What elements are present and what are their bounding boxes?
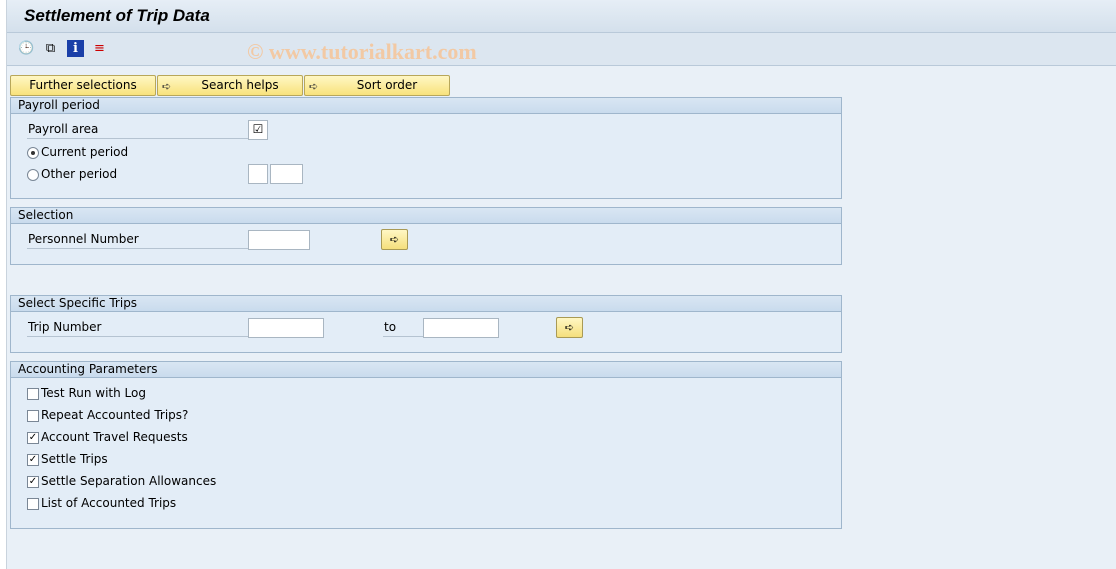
sort-order-label: Sort order [356,78,418,92]
selection-group: Selection Personnel Number ➪ [10,207,842,265]
other-period-radio[interactable] [27,169,39,181]
other-period-label: Other period [41,167,118,181]
checkbox-label: Settle Trips [41,452,108,466]
checkbox-list-of-accounted-trips[interactable] [27,498,39,510]
checkbox-label: Settle Separation Allowances [41,474,217,488]
to-label: to [383,319,423,337]
checkbox-label: Test Run with Log [41,386,146,400]
accounting-parameters-group: Accounting Parameters Test Run with Log R… [10,361,842,529]
selection-options-icon[interactable]: ≡ [91,40,108,57]
current-period-label: Current period [41,145,129,159]
arrow-right-icon: ➪ [309,80,319,93]
checkbox-settle-separation-allowances[interactable]: ✓ [27,476,39,488]
watermark: © www.tutorialkart.com [247,39,477,64]
group-header: Accounting Parameters [11,362,841,378]
info-icon[interactable]: i [67,40,84,57]
trip-number-label: Trip Number [27,319,249,337]
checkbox-test-run-with-log[interactable] [27,388,39,400]
sort-order-button[interactable]: ➪ Sort order [304,75,450,96]
trip-number-from-input[interactable] [248,318,324,338]
other-period-year-input[interactable] [270,164,303,184]
search-helps-button[interactable]: ➪ Search helps [157,75,303,96]
personnel-number-input[interactable] [248,230,310,250]
checkbox-settle-trips[interactable]: ✓ [27,454,39,466]
checkbox-repeat-accounted-trips[interactable] [27,410,39,422]
further-selections-label: Further selections [29,78,137,92]
payroll-area-checkbox[interactable]: ☑ [248,120,268,140]
page-title: Settlement of Trip Data [24,6,210,25]
specific-trips-group: Select Specific Trips Trip Number to ➪ [10,295,842,353]
further-selections-button[interactable]: Further selections [10,75,156,96]
other-period-month-input[interactable] [248,164,268,184]
search-helps-label: Search helps [201,78,279,92]
personnel-number-label: Personnel Number [27,231,249,249]
checkbox-label: Account Travel Requests [41,430,188,444]
application-toolbar: 🕒 ⧉ i ≡ © www.tutorialkart.com [7,33,1116,66]
current-period-radio[interactable] [27,147,39,159]
get-variant-icon[interactable]: ⧉ [42,40,59,57]
multiple-selection-button[interactable]: ➪ [381,229,408,250]
payroll-period-group: Payroll period Payroll area ☑ Current pe… [10,97,842,199]
checkbox-account-travel-requests[interactable]: ✓ [27,432,39,444]
trip-number-to-input[interactable] [423,318,499,338]
multiple-selection-button[interactable]: ➪ [556,317,583,338]
checkbox-label: List of Accounted Trips [41,496,177,510]
group-header: Selection [11,208,841,224]
payroll-area-label: Payroll area [27,121,249,139]
execute-icon[interactable]: 🕒 [18,40,35,57]
group-header: Payroll period [11,98,841,114]
group-header: Select Specific Trips [11,296,841,312]
checkbox-label: Repeat Accounted Trips? [41,408,189,422]
arrow-right-icon: ➪ [162,80,172,93]
title-bar: Settlement of Trip Data [7,0,1116,33]
